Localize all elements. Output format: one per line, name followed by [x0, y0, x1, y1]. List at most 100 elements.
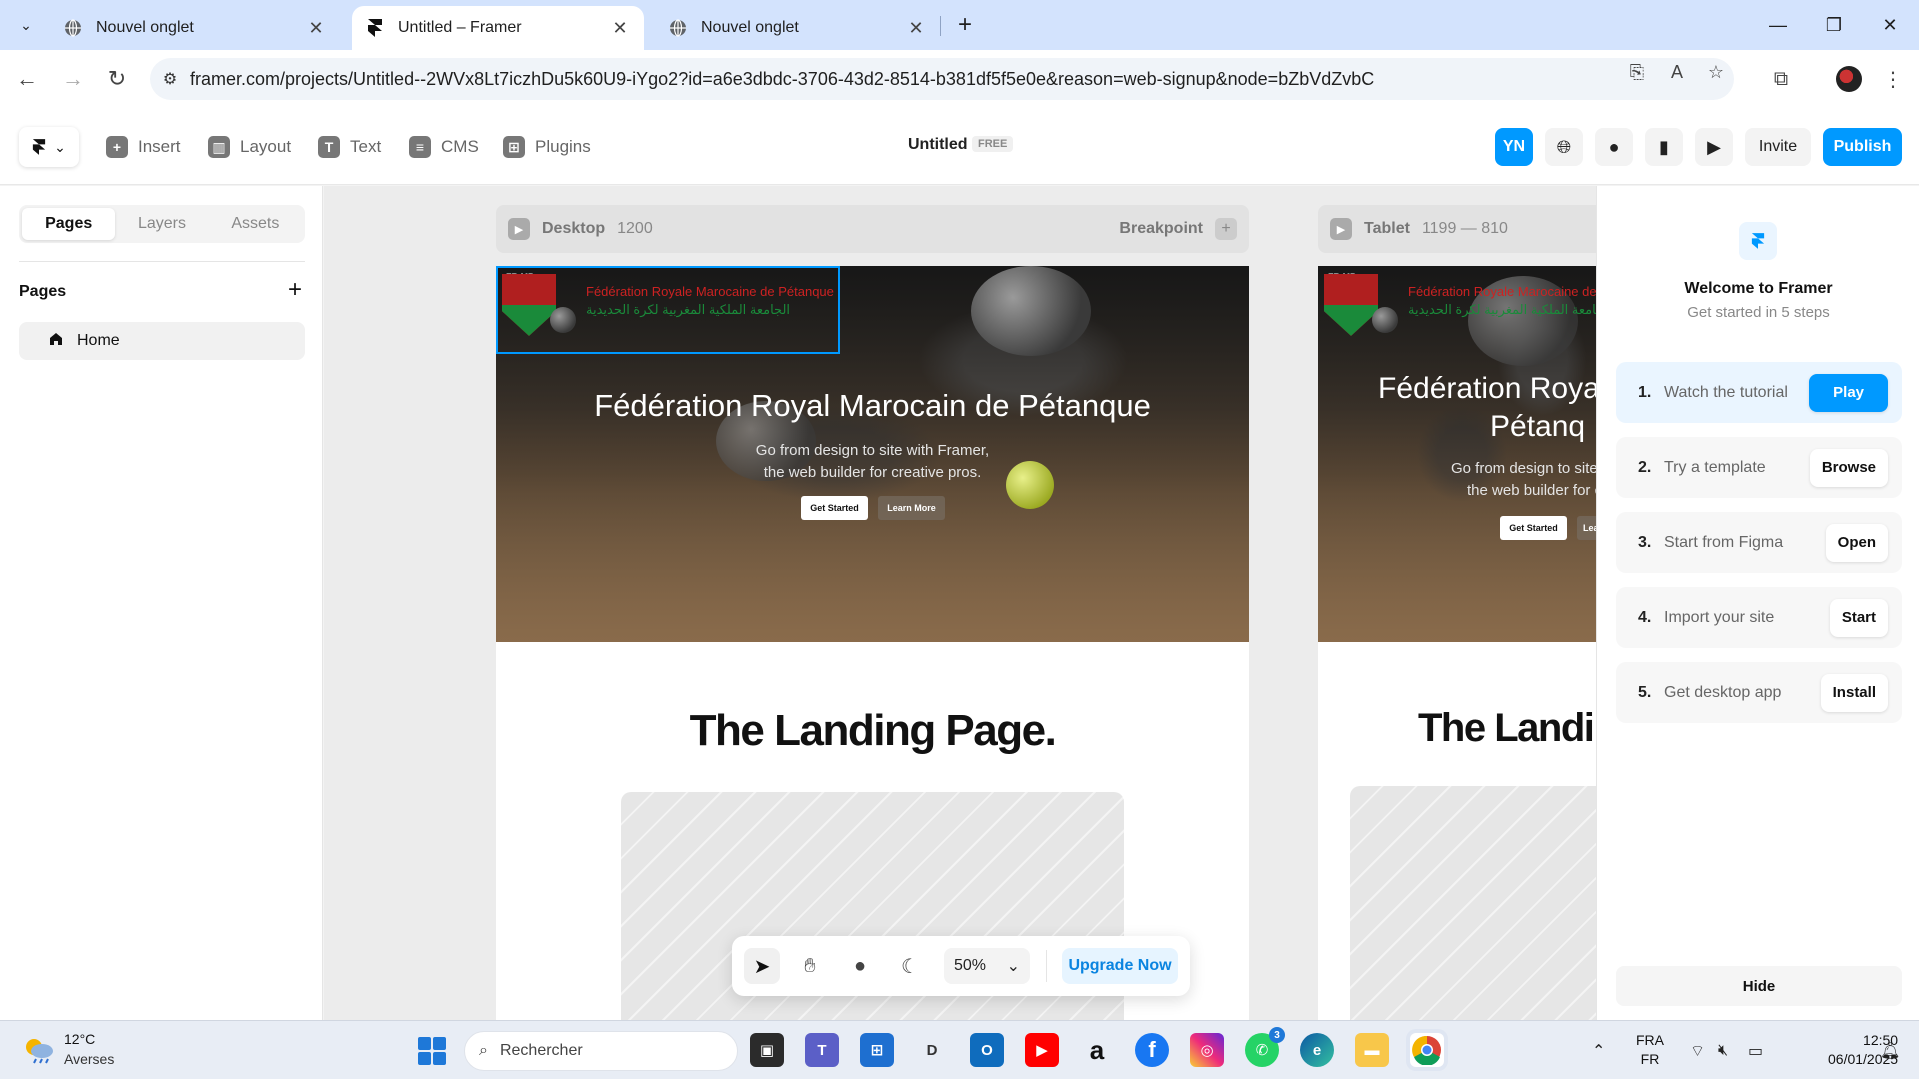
file-explorer-icon[interactable]: ▬ [1355, 1033, 1389, 1067]
bookmark-star-icon[interactable]: ☆ [1703, 59, 1729, 85]
weather-rain-icon[interactable] [22, 1035, 56, 1065]
browse-templates-button[interactable]: Browse [1809, 448, 1888, 487]
copilot-icon[interactable]: D [915, 1033, 949, 1067]
text-button[interactable]: T Text [318, 130, 381, 164]
user-avatar[interactable]: YN [1495, 128, 1533, 166]
framer-main-menu[interactable]: ⌄ [19, 127, 79, 167]
onboarding-step-5[interactable]: 5. Get desktop app Install [1616, 662, 1902, 723]
tablet-frame[interactable]: FR MP Fédération Royale Marocaine de Pét… [1318, 266, 1596, 1020]
project-title[interactable]: Untitled [908, 136, 968, 154]
notifications-bell-icon[interactable]: 🔔︎ [1880, 1021, 1900, 1079]
weather-condition[interactable]: Averses [64, 1051, 114, 1067]
onboarding-step-4[interactable]: 4. Import your site Start [1616, 587, 1902, 648]
record-icon[interactable]: ● [1595, 128, 1633, 166]
hero-subtitle[interactable]: Go from design to site with Framer, the … [496, 440, 1249, 484]
learn-more-button[interactable]: Learn More [878, 496, 945, 520]
browser-menu-icon[interactable]: ⋮ [1876, 62, 1910, 96]
select-tool-cursor-icon[interactable]: ➤ [744, 948, 780, 984]
close-window-button[interactable]: ✕ [1868, 8, 1912, 42]
play-tutorial-button[interactable]: Play [1809, 373, 1888, 412]
whatsapp-icon[interactable]: ✆ 3 [1245, 1027, 1285, 1067]
get-started-button[interactable]: Get Started [801, 496, 868, 520]
back-button[interactable]: ← [10, 62, 44, 96]
show-hidden-icons-chevron-up-icon[interactable]: ⌃ [1592, 1021, 1605, 1079]
publish-button[interactable]: Publish [1823, 128, 1902, 166]
outlook-icon[interactable]: O [970, 1033, 1004, 1067]
page-item-home[interactable]: Home [19, 322, 305, 360]
design-canvas[interactable]: ▶ Desktop 1200 Breakpoint + FR MP Fédéra… [324, 186, 1596, 1020]
invite-button[interactable]: Invite [1745, 128, 1811, 166]
close-tab-icon[interactable]: ✕ [610, 18, 630, 39]
browser-tab-3[interactable]: Nouvel onglet ✕ [655, 6, 940, 50]
add-page-button[interactable]: + [288, 276, 302, 304]
site-settings-globe-icon[interactable]: 🌐︎ [1545, 128, 1583, 166]
analytics-icon[interactable]: ▮ [1645, 128, 1683, 166]
battery-icon[interactable]: ▭ [1748, 1021, 1763, 1079]
instagram-icon[interactable]: ◎ [1190, 1033, 1224, 1067]
hero-title[interactable]: Fédération Royal Marocain de Pétanque [496, 388, 1249, 424]
desktop-frame[interactable]: FR MP Fédération Royale Marocaine de Pét… [496, 266, 1249, 1020]
add-breakpoint-label[interactable]: Breakpoint [1119, 220, 1203, 238]
hero-title[interactable]: Fédération Royal Pétanq [1378, 370, 1596, 446]
facebook-icon[interactable]: f [1135, 1033, 1169, 1067]
insert-button[interactable]: + Insert [106, 130, 181, 164]
browser-tab-2-active[interactable]: Untitled – Framer ✕ [352, 6, 644, 50]
chrome-icon[interactable] [1410, 1033, 1444, 1067]
teams-icon[interactable]: T [805, 1033, 839, 1067]
tab-search-button[interactable]: ⌄ [10, 10, 42, 40]
upgrade-now-button[interactable]: Upgrade Now [1062, 948, 1178, 984]
get-started-button[interactable]: Get Started [1500, 516, 1567, 540]
plus-icon[interactable]: + [1215, 218, 1237, 240]
reload-button[interactable]: ↻ [100, 62, 134, 96]
minimize-button[interactable]: — [1756, 8, 1800, 42]
layout-button[interactable]: ▥ Layout [208, 130, 291, 164]
import-site-button[interactable]: Start [1829, 598, 1888, 637]
forward-button[interactable]: → [56, 62, 90, 96]
plugins-button[interactable]: ⊞ Plugins [503, 130, 591, 164]
translate-icon[interactable]: A [1664, 59, 1690, 85]
comment-icon[interactable]: ● [842, 948, 878, 984]
edge-icon[interactable]: e [1300, 1033, 1334, 1067]
install-app-icon[interactable]: ⎘ [1624, 59, 1650, 85]
amazon-icon[interactable]: a [1080, 1033, 1114, 1067]
address-bar[interactable]: ⚙ framer.com/projects/Untitled--2WVx8Lt7… [150, 58, 1734, 100]
open-figma-button[interactable]: Open [1825, 523, 1888, 562]
restore-button[interactable]: ❐ [1812, 8, 1856, 42]
tablet-breakpoint-header[interactable]: ▶ Tablet 1199 — 810 [1318, 205, 1596, 253]
desktop-breakpoint-header[interactable]: ▶ Desktop 1200 Breakpoint + [496, 205, 1249, 253]
preview-play-icon[interactable]: ▶ [1695, 128, 1733, 166]
url-text[interactable]: framer.com/projects/Untitled--2WVx8Lt7ic… [190, 69, 1734, 90]
image-placeholder[interactable] [1350, 786, 1596, 1020]
tab-assets[interactable]: Assets [209, 208, 302, 240]
weather-temperature[interactable]: 12°C [64, 1031, 95, 1047]
install-desktop-app-button[interactable]: Install [1820, 673, 1888, 712]
youtube-icon[interactable]: ▶ [1025, 1033, 1059, 1067]
tab-layers[interactable]: Layers [115, 208, 208, 240]
input-language[interactable]: FRA FR [1636, 1031, 1664, 1069]
landing-title[interactable]: The Landing Page. [496, 706, 1249, 756]
play-icon[interactable]: ▶ [508, 218, 530, 240]
close-tab-icon[interactable]: ✕ [906, 18, 926, 39]
hero-subtitle[interactable]: Go from design to site the web builder f… [1451, 458, 1596, 502]
learn-more-button[interactable]: Lear [1577, 516, 1596, 540]
browser-tab-1[interactable]: Nouvel onglet ✕ [50, 6, 340, 50]
site-info-icon[interactable]: ⚙ [150, 69, 190, 89]
hero-section[interactable]: FR MP Fédération Royale Marocaine de Pét… [1318, 266, 1596, 642]
profile-avatar[interactable] [1832, 62, 1866, 96]
zoom-select[interactable]: 50% ⌄ [944, 948, 1030, 984]
hand-tool-icon[interactable]: ✋︎ [792, 948, 828, 984]
cms-button[interactable]: ≡ CMS [409, 130, 479, 164]
onboarding-step-2[interactable]: 2. Try a template Browse [1616, 437, 1902, 498]
landing-title[interactable]: The Landin [1418, 706, 1596, 751]
wifi-icon[interactable]: ⌔ [1690, 1021, 1705, 1079]
tab-pages[interactable]: Pages [22, 208, 116, 240]
task-view-icon[interactable]: ▣ [750, 1033, 784, 1067]
windows-start-button[interactable] [418, 1037, 446, 1065]
hide-onboarding-button[interactable]: Hide [1616, 966, 1902, 1006]
onboarding-step-1[interactable]: 1. Watch the tutorial Play [1616, 362, 1902, 423]
dark-mode-moon-icon[interactable]: ☾ [892, 948, 928, 984]
onboarding-step-3[interactable]: 3. Start from Figma Open [1616, 512, 1902, 573]
microsoft-store-icon[interactable]: ⊞ [860, 1033, 894, 1067]
taskbar-search[interactable]: ⌕ Rechercher [464, 1031, 738, 1071]
extensions-icon[interactable]: ⧉ [1764, 62, 1798, 96]
